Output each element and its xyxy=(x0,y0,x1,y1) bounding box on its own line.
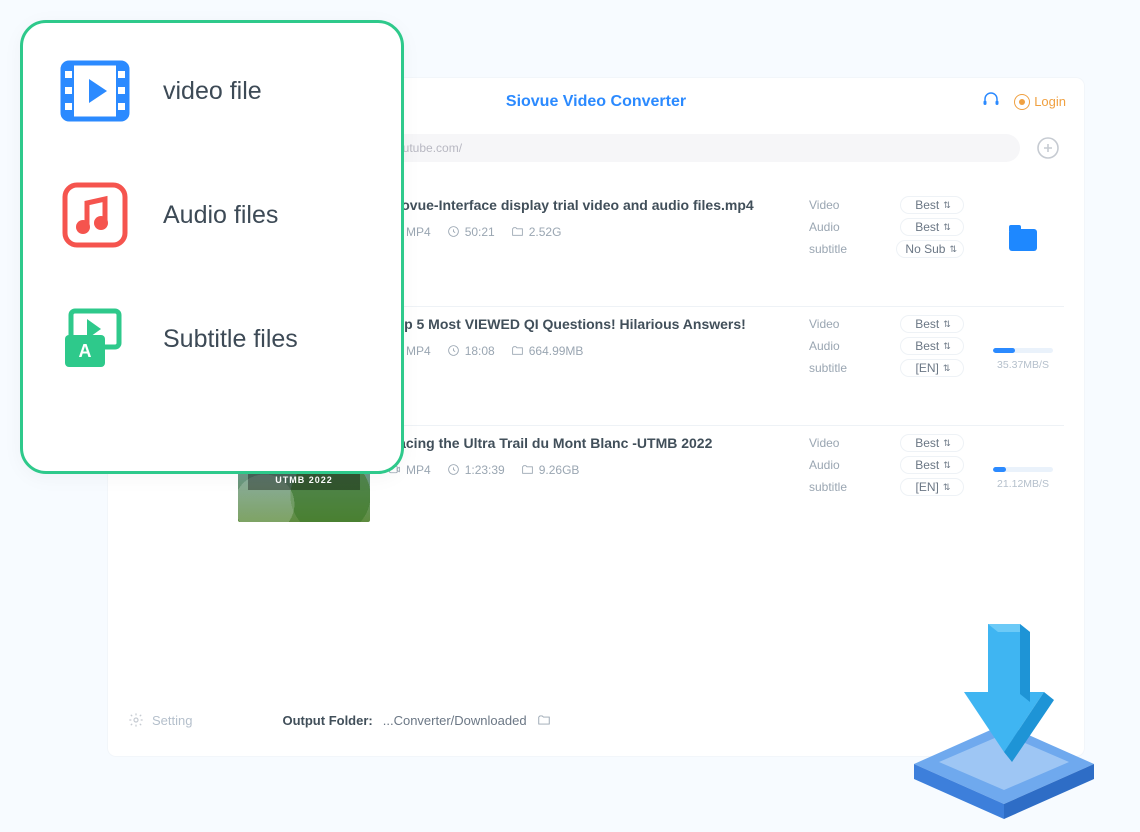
filetype-item-audio[interactable]: Audio files xyxy=(57,177,367,253)
subtitle-select[interactable]: [EN]⇅ xyxy=(900,478,964,496)
page-container: Siovue Video Converter Login youtube.com… xyxy=(0,0,1140,832)
subtitle-select[interactable]: No Sub⇅ xyxy=(896,240,964,258)
folder-icon xyxy=(537,713,551,727)
item-title: Racing the Ultra Trail du Mont Blanc -UT… xyxy=(388,434,791,453)
progress-bar xyxy=(993,467,1053,472)
subtitle-file-icon: A xyxy=(57,301,133,377)
duration-badge: 1:23:39 xyxy=(447,463,505,477)
subtitle-label: subtitle xyxy=(809,480,847,494)
size-badge: 664.99MB xyxy=(511,344,584,358)
progress-bar xyxy=(993,348,1053,353)
subtitle-label: subtitle xyxy=(809,361,847,375)
audio-file-icon xyxy=(57,177,133,253)
filetype-item-subtitle[interactable]: A Subtitle files xyxy=(57,301,367,377)
action-column: 21.12MB/S xyxy=(982,434,1064,522)
download-speed: 21.12MB/S xyxy=(997,478,1049,490)
avatar-icon xyxy=(1014,94,1030,110)
filetype-label: Subtitle files xyxy=(163,325,298,354)
filetype-label: Audio files xyxy=(163,201,278,230)
svg-text:A: A xyxy=(79,341,92,361)
output-folder[interactable]: Output Folder: ...Converter/Downloaded xyxy=(282,713,550,728)
settings-button[interactable]: Setting xyxy=(128,712,192,728)
size-badge: 2.52G xyxy=(511,225,562,239)
audio-quality-label: Audio xyxy=(809,458,840,472)
support-icon[interactable] xyxy=(982,90,1000,113)
filetype-menu: video file Audio files A xyxy=(20,20,404,474)
login-button[interactable]: Login xyxy=(1014,94,1066,110)
action-column: 35.37MB/S xyxy=(982,315,1064,403)
download-speed: 35.37MB/S xyxy=(997,359,1049,371)
video-quality-select[interactable]: Best⇅ xyxy=(900,315,964,333)
settings-label: Setting xyxy=(152,713,192,728)
duration-badge: 18:08 xyxy=(447,344,495,358)
header-actions: Login xyxy=(982,90,1066,113)
audio-quality-select[interactable]: Best⇅ xyxy=(900,456,964,474)
video-quality-label: Video xyxy=(809,198,839,212)
audio-quality-label: Audio xyxy=(809,339,840,353)
login-label: Login xyxy=(1034,94,1066,109)
output-folder-path: ...Converter/Downloaded xyxy=(383,713,527,728)
audio-quality-select[interactable]: Best⇅ xyxy=(900,218,964,236)
action-column xyxy=(982,196,1064,284)
subtitle-select[interactable]: [EN]⇅ xyxy=(900,359,964,377)
video-quality-label: Video xyxy=(809,436,839,450)
video-quality-label: Video xyxy=(809,317,839,331)
item-title: Siovue-Interface display trial video and… xyxy=(388,196,791,215)
subtitle-label: subtitle xyxy=(809,242,847,256)
audio-quality-select[interactable]: Best⇅ xyxy=(900,337,964,355)
video-quality-select[interactable]: Best⇅ xyxy=(900,434,964,452)
output-folder-label: Output Folder: xyxy=(282,713,372,728)
item-meta: MP4 18:08 664.99MB xyxy=(388,344,791,358)
app-title: Siovue Video Converter xyxy=(506,93,686,111)
duration-badge: 50:21 xyxy=(447,225,495,239)
item-meta: MP4 1:23:39 9.26GB xyxy=(388,463,791,477)
open-folder-icon[interactable] xyxy=(1009,229,1037,251)
add-button[interactable] xyxy=(1032,132,1064,164)
audio-quality-label: Audio xyxy=(809,220,840,234)
item-info: Top 5 Most VIEWED QI Questions! Hilariou… xyxy=(388,315,791,403)
url-input[interactable]: youtube.com/ xyxy=(378,134,1020,162)
bottom-bar: Setting Output Folder: ...Converter/Down… xyxy=(128,698,1064,742)
quality-column: Video Best⇅ Audio Best⇅ subtitle [EN]⇅ xyxy=(809,315,964,403)
item-title: Top 5 Most VIEWED QI Questions! Hilariou… xyxy=(388,315,791,334)
video-quality-select[interactable]: Best⇅ xyxy=(900,196,964,214)
item-meta: MP4 50:21 2.52G xyxy=(388,225,791,239)
size-badge: 9.26GB xyxy=(521,463,580,477)
video-file-icon xyxy=(57,53,133,129)
item-info: Siovue-Interface display trial video and… xyxy=(388,196,791,284)
quality-column: Video Best⇅ Audio Best⇅ subtitle [EN]⇅ xyxy=(809,434,964,522)
item-info: Racing the Ultra Trail du Mont Blanc -UT… xyxy=(388,434,791,522)
quality-column: Video Best⇅ Audio Best⇅ subtitle No Sub⇅ xyxy=(809,196,964,284)
filetype-label: video file xyxy=(163,77,262,106)
filetype-item-video[interactable]: video file xyxy=(57,53,367,129)
